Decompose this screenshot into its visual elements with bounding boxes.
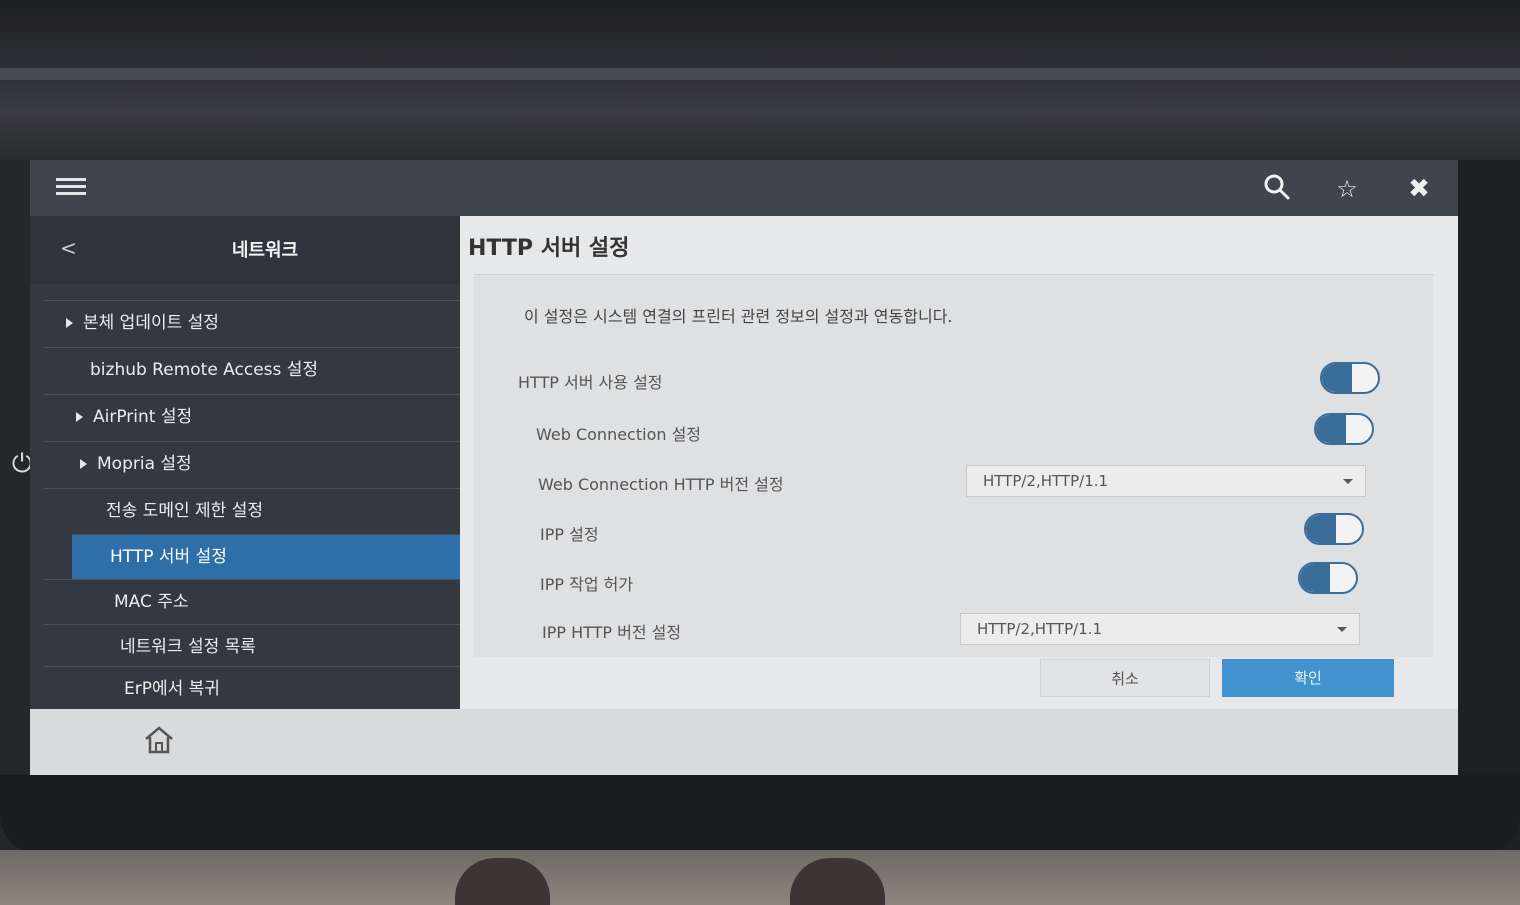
floor	[0, 850, 1520, 905]
sidebar-item-label: MAC 주소	[114, 592, 189, 612]
sidebar-item-mopria[interactable]: Mopria 설정	[44, 441, 460, 486]
cancel-button[interactable]: 취소	[1040, 659, 1210, 697]
bottom-bar	[30, 709, 1458, 775]
sidebar-item-label: 전송 도메인 제한 설정	[106, 501, 263, 521]
touch-screen: ☆ ✖ < 네트워크 본체 업데이트 설정 bizhub Remote Acce…	[30, 160, 1458, 775]
sidebar: < 네트워크 본체 업데이트 설정 bizhub Remote Access 설…	[30, 216, 460, 709]
ipp-job-permission-label: IPP 작업 허가	[540, 575, 634, 594]
sidebar-header: < 네트워크	[30, 216, 460, 284]
sidebar-item-label: bizhub Remote Access 설정	[90, 360, 319, 380]
content-panel: HTTP 서버 설정 이 설정은 시스템 연결의 프린터 관련 정보의 설정과 …	[460, 216, 1458, 709]
sidebar-item-bizhub-remote-access[interactable]: bizhub Remote Access 설정	[44, 347, 460, 392]
web-connection-label: Web Connection 설정	[536, 425, 702, 444]
http-server-enable-toggle[interactable]	[1320, 362, 1380, 394]
ipp-settings-label: IPP 설정	[540, 525, 599, 544]
expand-arrow-icon	[76, 412, 83, 422]
device-bezel-band	[0, 68, 1520, 80]
sidebar-item-label: 네트워크 설정 목록	[120, 637, 256, 657]
ipp-job-permission-toggle[interactable]	[1298, 562, 1358, 594]
menu-icon[interactable]	[56, 174, 86, 200]
expand-arrow-icon	[66, 318, 73, 328]
web-connection-http-version-label: Web Connection HTTP 버전 설정	[538, 475, 784, 494]
ipp-settings-toggle[interactable]	[1304, 513, 1364, 545]
close-icon[interactable]: ✖	[1402, 172, 1436, 206]
sidebar-item-label: Mopria 설정	[97, 454, 192, 474]
sidebar-title: 네트워크	[231, 240, 299, 261]
web-connection-toggle[interactable]	[1314, 413, 1374, 445]
sidebar-item-network-settings-list[interactable]: 네트워크 설정 목록	[44, 624, 460, 669]
back-button[interactable]: <	[60, 236, 77, 260]
select-value: HTTP/2,HTTP/1.1	[983, 472, 1109, 490]
search-icon[interactable]	[1260, 172, 1294, 206]
sidebar-item-airprint[interactable]: AirPrint 설정	[44, 394, 460, 439]
ipp-http-version-label: IPP HTTP 버전 설정	[542, 623, 682, 642]
sidebar-item-label: 본체 업데이트 설정	[83, 313, 219, 333]
chevron-down-icon	[1343, 479, 1353, 484]
star-icon[interactable]: ☆	[1330, 172, 1364, 206]
settings-body: 이 설정은 시스템 연결의 프린터 관련 정보의 설정과 연동합니다. HTTP…	[474, 274, 1434, 657]
sidebar-item-label: HTTP 서버 설정	[110, 547, 227, 567]
sidebar-item-firmware-update[interactable]: 본체 업데이트 설정	[44, 300, 460, 345]
select-value: HTTP/2,HTTP/1.1	[977, 620, 1103, 638]
device-bezel-left	[0, 160, 30, 860]
ipp-http-version-select[interactable]: HTTP/2,HTTP/1.1	[960, 613, 1360, 645]
sidebar-item-mac-address[interactable]: MAC 주소	[44, 579, 460, 624]
expand-arrow-icon	[80, 459, 87, 469]
device-bezel-right	[1458, 160, 1520, 860]
home-icon[interactable]	[142, 725, 176, 755]
sidebar-item-label: AirPrint 설정	[93, 407, 193, 427]
ok-button[interactable]: 확인	[1222, 659, 1394, 697]
sidebar-item-http-server[interactable]: HTTP 서버 설정	[72, 534, 460, 579]
sidebar-item-erp-recovery[interactable]: ErP에서 복귀	[44, 666, 460, 711]
http-server-enable-label: HTTP 서버 사용 설정	[518, 373, 663, 392]
page-title: HTTP 서버 설정	[468, 236, 630, 261]
web-connection-http-version-select[interactable]: HTTP/2,HTTP/1.1	[966, 465, 1366, 497]
device-bezel-top	[0, 0, 1520, 160]
description-text: 이 설정은 시스템 연결의 프린터 관련 정보의 설정과 연동합니다.	[524, 307, 953, 326]
top-bar: ☆ ✖	[30, 160, 1458, 216]
sidebar-item-domain-restriction[interactable]: 전송 도메인 제한 설정	[44, 488, 460, 533]
sidebar-item-label: ErP에서 복귀	[124, 679, 220, 699]
device-bezel-bottom	[0, 775, 1520, 855]
chevron-down-icon	[1337, 627, 1347, 632]
